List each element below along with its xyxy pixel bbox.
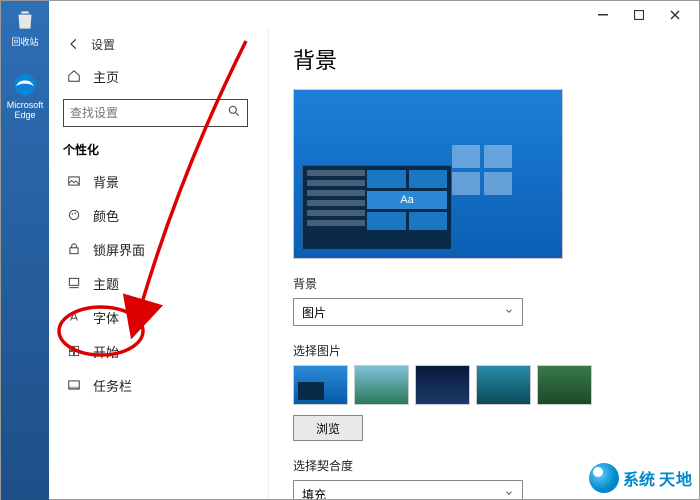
chevron-down-icon bbox=[504, 305, 514, 319]
search-wrap bbox=[57, 93, 268, 133]
sidebar-item-label: 主题 bbox=[85, 274, 119, 293]
maximize-icon bbox=[634, 10, 644, 20]
dropdown-value: 图片 bbox=[302, 304, 326, 321]
picture-thumb[interactable] bbox=[293, 365, 348, 405]
sidebar-item-themes[interactable]: 主题 bbox=[57, 266, 268, 300]
themes-icon bbox=[63, 276, 85, 290]
picture-icon bbox=[63, 174, 85, 188]
window-content: 设置 主页 bbox=[49, 29, 699, 499]
watermark-stamp: 系统 天地 bbox=[589, 463, 693, 493]
sidebar-item-label: 字体 bbox=[85, 308, 119, 327]
minimize-icon bbox=[598, 10, 608, 20]
desktop-icon-recycle-bin[interactable]: 回收站 bbox=[1, 1, 49, 48]
page-title: 背景 bbox=[293, 43, 675, 75]
browse-button[interactable]: 浏览 bbox=[293, 415, 363, 441]
fonts-icon bbox=[63, 310, 85, 324]
picture-thumb[interactable] bbox=[476, 365, 531, 405]
chevron-down-icon bbox=[504, 487, 514, 499]
edge-icon bbox=[12, 72, 38, 98]
window-minimize-button[interactable] bbox=[585, 1, 621, 29]
sidebar-item-home[interactable]: 主页 bbox=[57, 59, 268, 93]
picture-thumb[interactable] bbox=[354, 365, 409, 405]
sidebar-item-taskbar[interactable]: 任务栏 bbox=[57, 368, 268, 402]
sidebar-item-label: 开始 bbox=[85, 342, 119, 361]
sidebar-item-label: 主页 bbox=[85, 67, 119, 86]
dropdown-value: 填充 bbox=[302, 486, 326, 500]
start-icon bbox=[63, 344, 85, 358]
search-input[interactable] bbox=[70, 106, 227, 120]
browse-button-label: 浏览 bbox=[316, 420, 340, 437]
home-icon bbox=[63, 69, 85, 83]
choose-picture-label: 选择图片 bbox=[293, 342, 675, 359]
preview-tile-text: Aa bbox=[367, 191, 447, 209]
sidebar: 设置 主页 bbox=[49, 29, 269, 499]
sidebar-item-background[interactable]: 背景 bbox=[57, 164, 268, 198]
desktop-icon-label: 回收站 bbox=[11, 37, 38, 47]
desktop-strip: 回收站 Microsoft Edge bbox=[1, 1, 49, 500]
back-arrow-icon bbox=[63, 37, 85, 51]
stamp-text: 系统 bbox=[623, 466, 655, 490]
close-icon bbox=[670, 10, 680, 20]
sidebar-item-colors[interactable]: 颜色 bbox=[57, 198, 268, 232]
palette-icon bbox=[63, 208, 85, 222]
stamp-text: 天地 bbox=[659, 466, 693, 490]
sidebar-item-label: 任务栏 bbox=[85, 376, 132, 395]
globe-icon bbox=[589, 463, 619, 493]
desktop-icon-edge[interactable]: Microsoft Edge bbox=[1, 66, 49, 120]
settings-title: 设置 bbox=[85, 36, 115, 53]
sidebar-item-label: 锁屏界面 bbox=[85, 240, 145, 259]
background-type-dropdown[interactable]: 图片 bbox=[293, 298, 523, 326]
sidebar-section-title: 个性化 bbox=[57, 133, 268, 164]
startmenu-preview: Aa bbox=[302, 165, 452, 250]
sidebar-item-lockscreen[interactable]: 锁屏界面 bbox=[57, 232, 268, 266]
taskbar-icon bbox=[63, 378, 85, 392]
search-input-box[interactable] bbox=[63, 99, 248, 127]
picture-thumbnails bbox=[293, 365, 675, 405]
window-titlebar bbox=[49, 1, 699, 29]
back-button[interactable]: 设置 bbox=[57, 29, 268, 59]
screenshot-root: 下 网 回收站 Microsoft Edge bbox=[0, 0, 700, 500]
recycle-bin-icon bbox=[12, 7, 38, 33]
sidebar-item-label: 背景 bbox=[85, 172, 119, 191]
sidebar-item-start[interactable]: 开始 bbox=[57, 334, 268, 368]
window-close-button[interactable] bbox=[657, 1, 693, 29]
fit-dropdown[interactable]: 填充 bbox=[293, 480, 523, 499]
window-maximize-button[interactable] bbox=[621, 1, 657, 29]
lock-icon bbox=[63, 242, 85, 256]
sidebar-item-fonts[interactable]: 字体 bbox=[57, 300, 268, 334]
main-panel: 背景 Aa 背景 图片 bbox=[269, 29, 699, 499]
background-preview: Aa bbox=[293, 89, 563, 259]
picture-thumb[interactable] bbox=[537, 365, 592, 405]
desktop-icon-label: Microsoft Edge bbox=[7, 100, 44, 120]
background-dropdown-label: 背景 bbox=[293, 275, 675, 292]
settings-window: 设置 主页 bbox=[49, 1, 699, 499]
search-icon bbox=[227, 104, 241, 123]
windows-logo-icon bbox=[452, 145, 512, 195]
sidebar-item-label: 颜色 bbox=[85, 206, 119, 225]
picture-thumb[interactable] bbox=[415, 365, 470, 405]
